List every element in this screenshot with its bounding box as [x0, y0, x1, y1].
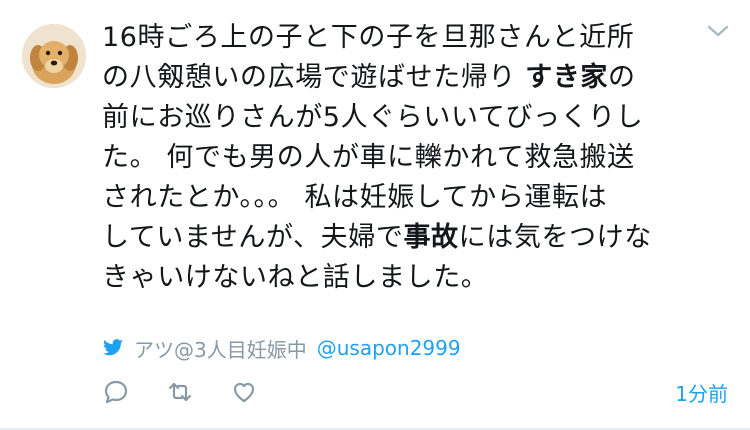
tweet-actions — [102, 376, 258, 408]
heart-icon[interactable] — [230, 378, 258, 406]
tweet-text: 16時ごろ上の子と下の子を旦那さんと近所 の八剱憩いの広場で遊ばせた帰り すき家… — [102, 18, 722, 298]
retweet-icon[interactable] — [166, 378, 194, 406]
tweet-line: きゃいけないねと話しました。 — [102, 262, 489, 293]
tweet-line: には気をつけな — [458, 222, 652, 253]
timestamp[interactable]: 1分前 — [675, 378, 728, 407]
twitter-bird-icon — [103, 339, 123, 356]
dog-avatar-icon — [22, 24, 86, 88]
avatar[interactable] — [22, 24, 86, 88]
tweet-line: の — [608, 62, 636, 93]
tweet-card[interactable]: 16時ごろ上の子と下の子を旦那さんと近所 の八剱憩いの広場で遊ばせた帰り すき家… — [0, 0, 750, 430]
tweet-line: されたとか。。。 私は妊娠してから運転は — [102, 182, 608, 213]
tweet-source: アツ@3人目妊娠中 @usapon2999 — [102, 333, 461, 363]
reply-icon[interactable] — [102, 378, 130, 406]
tweet-line: 16時ごろ上の子と下の子を旦那さんと近所 — [102, 22, 635, 53]
tweet-line: の八剱憩いの広場で遊ばせた帰り — [102, 62, 526, 93]
tweet-line: た。 何でも男の人が車に轢かれて救急搬送 — [102, 142, 635, 173]
tweet-line: 前にお巡りさんが5人ぐらいいてびっくりし — [102, 102, 644, 133]
bold-keyword: すき家 — [525, 62, 608, 93]
bold-keyword: 事故 — [403, 222, 459, 253]
author-handle[interactable]: @usapon2999 — [317, 336, 461, 360]
author-display-name[interactable]: アツ@3人目妊娠中 — [134, 334, 307, 363]
tweet-line: していませんが、夫婦で — [102, 222, 404, 253]
